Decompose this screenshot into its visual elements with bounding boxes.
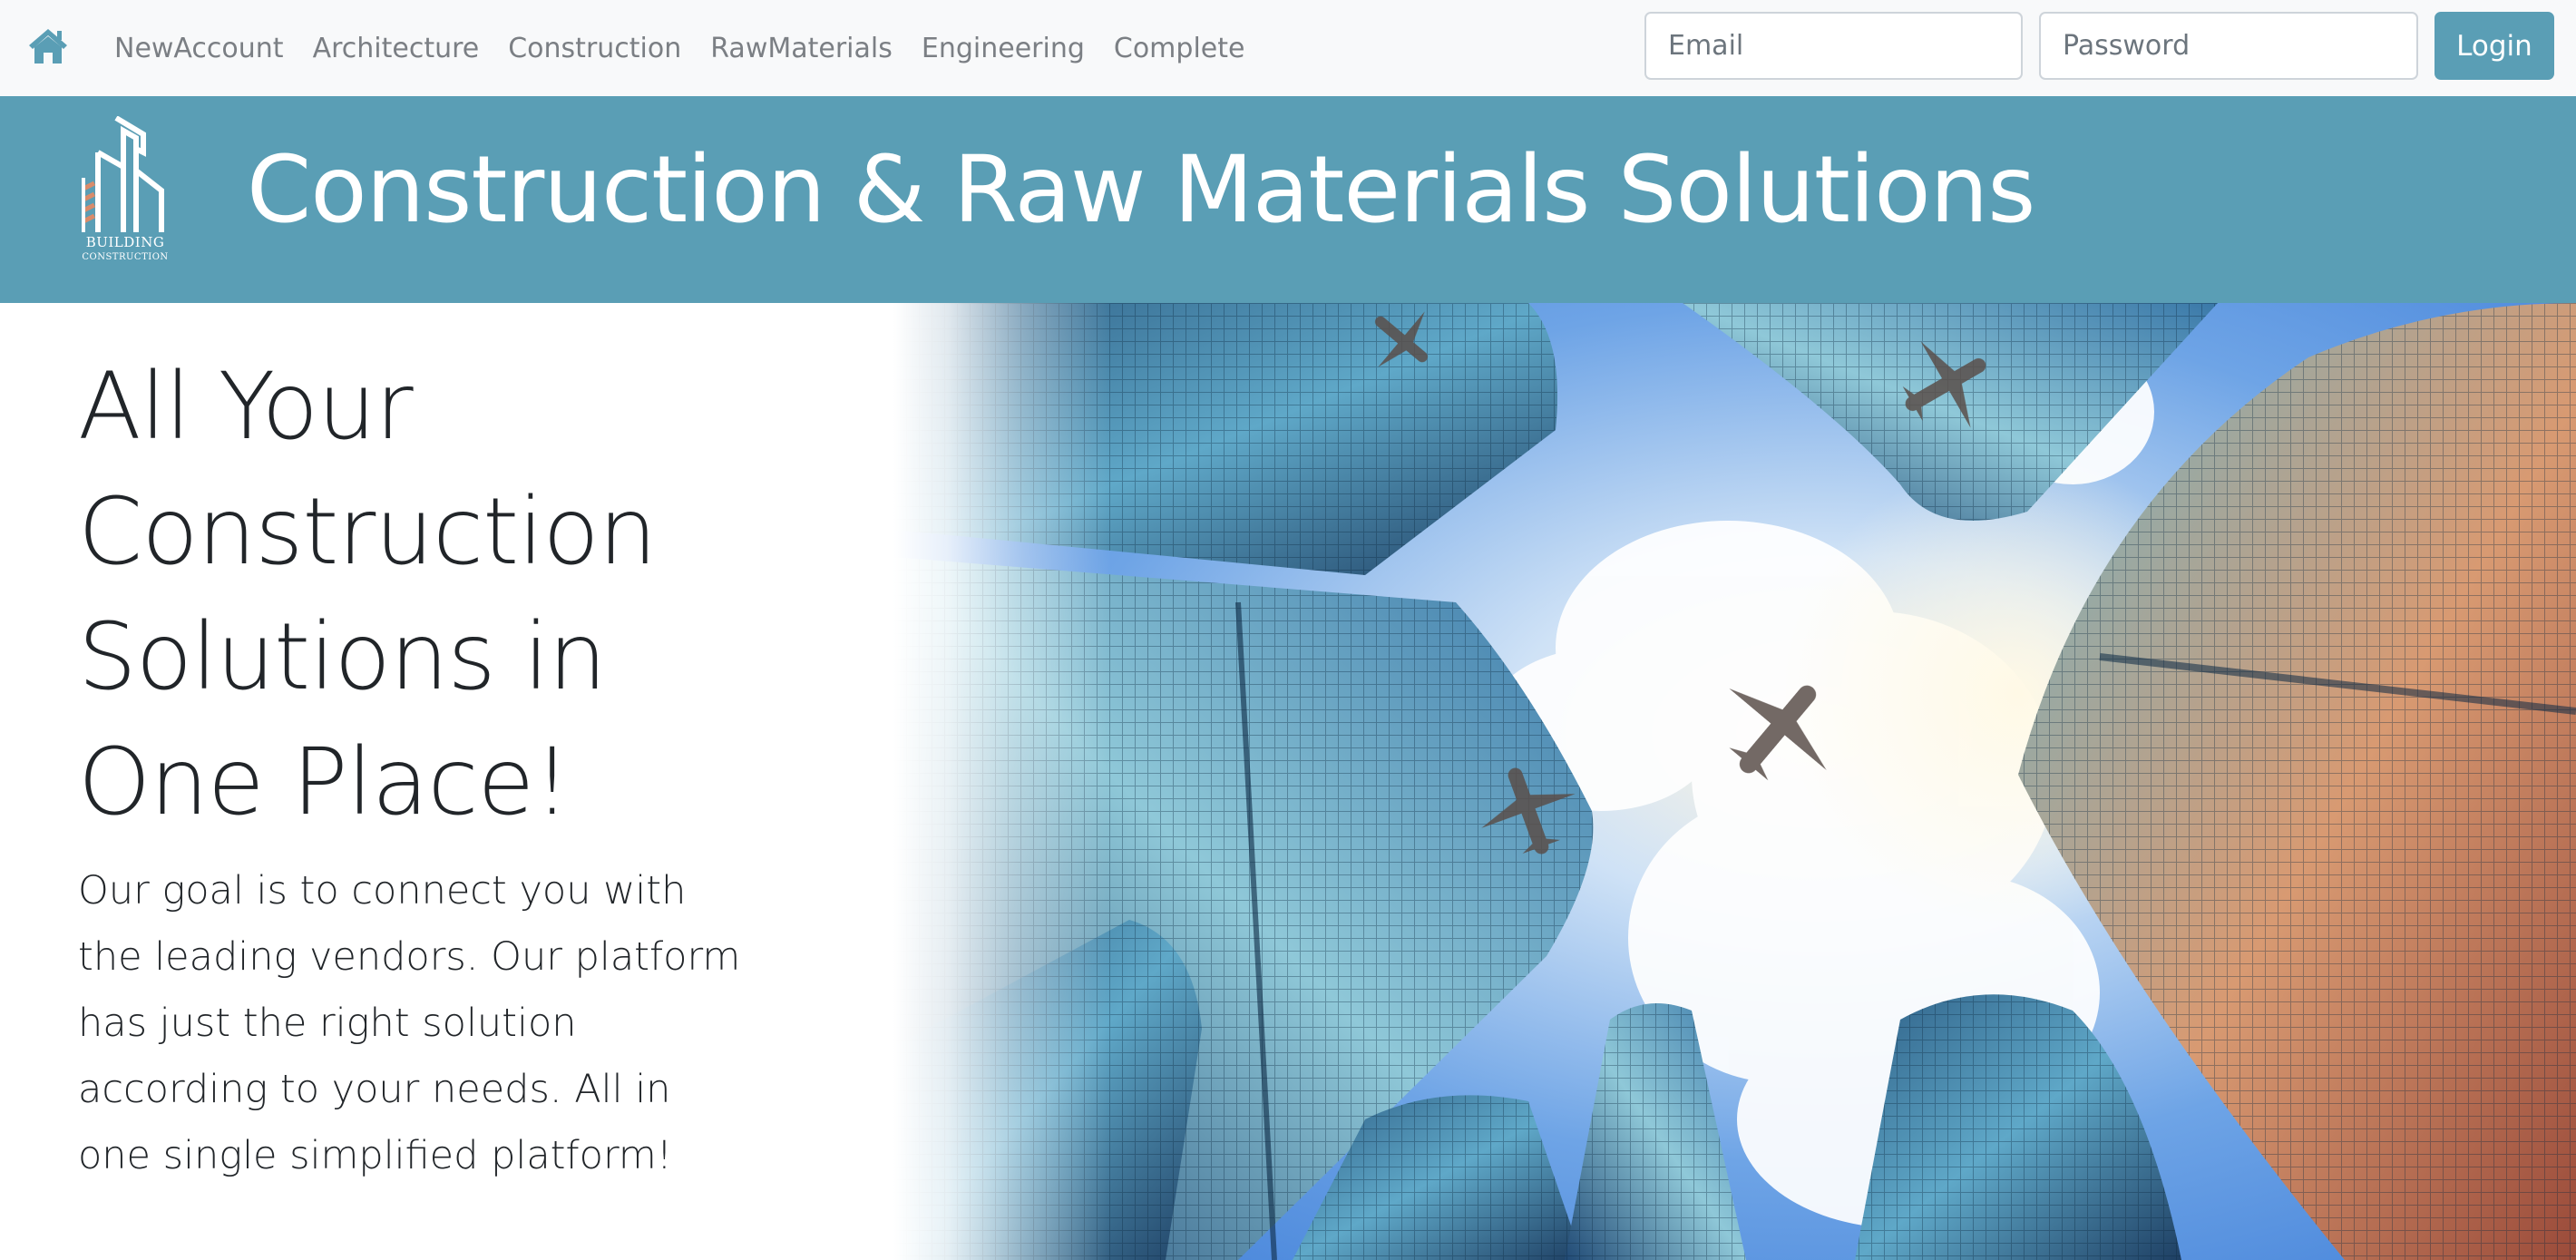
hero-description: Our goal is to connect you with the lead… bbox=[78, 868, 741, 1178]
top-navbar: NewAccount Architecture Construction Raw… bbox=[0, 0, 2576, 96]
nav-link-new-account[interactable]: NewAccount bbox=[100, 33, 298, 64]
nav-link-construction[interactable]: Construction bbox=[493, 33, 696, 64]
nav-link-architecture[interactable]: Architecture bbox=[298, 33, 494, 64]
nav-link-complete[interactable]: Complete bbox=[1099, 33, 1260, 64]
home-icon bbox=[29, 29, 67, 63]
banner-title: Construction & Raw Materials Solutions bbox=[247, 136, 2035, 244]
image-fade-overlay bbox=[893, 303, 1111, 1260]
hero-heading: All Your Construction Solutions in One P… bbox=[78, 353, 657, 836]
logo-text-building: BUILDING bbox=[85, 234, 165, 250]
email-field[interactable] bbox=[1644, 12, 2023, 80]
nav-link-engineering[interactable]: Engineering bbox=[907, 33, 1099, 64]
password-field[interactable] bbox=[2039, 12, 2418, 80]
nav-link-raw-materials[interactable]: RawMaterials bbox=[696, 33, 907, 64]
hero-text-section: All Your Construction Solutions in One P… bbox=[78, 345, 749, 1189]
login-button[interactable]: Login bbox=[2435, 12, 2554, 80]
hero-skyscraper-image bbox=[893, 303, 2576, 1260]
home-link[interactable] bbox=[27, 27, 69, 65]
brand-banner: BUILDING CONSTRUCTION Construction & Raw… bbox=[0, 96, 2576, 303]
building-logo-icon bbox=[82, 115, 164, 232]
logo-text-construction: CONSTRUCTION bbox=[82, 252, 169, 262]
nav-links: NewAccount Architecture Construction Raw… bbox=[100, 0, 1259, 96]
building-construction-logo: BUILDING CONSTRUCTION bbox=[80, 115, 171, 272]
